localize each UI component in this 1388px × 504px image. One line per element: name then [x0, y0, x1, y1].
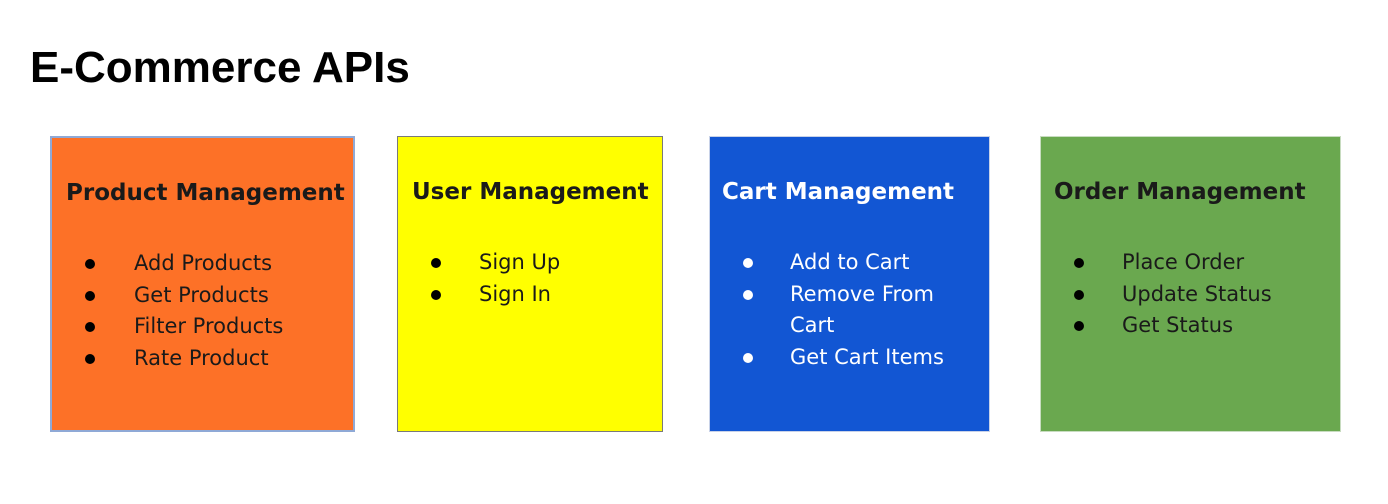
- list-item: Add to Cart: [743, 247, 970, 279]
- bullet-icon: [1074, 258, 1084, 268]
- bullet-icon: [431, 258, 441, 268]
- list-item: Sign In: [431, 279, 654, 311]
- bullet-icon: [743, 289, 753, 300]
- list-item: Get Cart Items: [743, 342, 970, 374]
- list-item: Place Order: [1074, 247, 1327, 279]
- list-item-label: Update Status: [1122, 281, 1272, 306]
- list-item-label: Filter Products: [134, 314, 284, 338]
- list-item: Get Status: [1074, 310, 1327, 342]
- bullet-icon: [1074, 289, 1084, 300]
- api-list: Add to Cart Remove From Cart Get Cart It…: [743, 247, 970, 374]
- list-item-label: Get Products: [134, 282, 269, 307]
- list-item-label: Remove From Cart: [790, 281, 934, 338]
- list-item-label: Sign Up: [479, 250, 561, 274]
- list-item: Update Status: [1074, 279, 1327, 311]
- order-management-card: Order Management Place Order Update Stat…: [1040, 136, 1341, 432]
- bullet-icon: [85, 290, 95, 301]
- card-heading: Product Management: [66, 180, 345, 206]
- bullet-icon: [85, 259, 95, 269]
- list-item: Remove From Cart: [743, 279, 970, 342]
- cart-management-card: Cart Management Add to Cart Remove From …: [709, 136, 990, 432]
- card-heading: Cart Management: [722, 179, 955, 205]
- list-item: Sign Up: [431, 247, 654, 279]
- bullet-icon: [431, 289, 441, 300]
- bullet-icon: [85, 353, 95, 364]
- list-item: Filter Products: [85, 311, 349, 343]
- card-heading: Order Management: [1054, 179, 1306, 205]
- bullet-icon: [85, 322, 95, 332]
- list-item-label: Add to Cart: [790, 250, 910, 274]
- list-item-label: Rate Product: [134, 345, 269, 370]
- list-item-label: Place Order: [1122, 250, 1245, 274]
- page-title: E-Commerce APIs: [30, 43, 410, 92]
- bullet-icon: [743, 258, 753, 268]
- product-management-card: Product Management Add Products Get Prod…: [50, 136, 355, 432]
- api-list: Sign Up Sign In: [431, 247, 654, 311]
- list-item-label: Add Products: [134, 251, 273, 275]
- card-heading: User Management: [412, 179, 649, 205]
- list-item-label: Get Status: [1122, 313, 1234, 337]
- bullet-icon: [743, 352, 753, 363]
- bullet-icon: [1074, 321, 1084, 331]
- list-item: Add Products: [85, 248, 349, 280]
- api-list: Place Order Update Status Get Status: [1074, 247, 1327, 342]
- list-item: Get Products: [85, 280, 349, 312]
- list-item: Rate Product: [85, 343, 349, 375]
- list-item-label: Get Cart Items: [790, 344, 944, 369]
- list-item-label: Sign In: [479, 281, 551, 306]
- api-list: Add Products Get Products Filter Product…: [85, 248, 349, 375]
- user-management-card: User Management Sign Up Sign In: [397, 136, 663, 432]
